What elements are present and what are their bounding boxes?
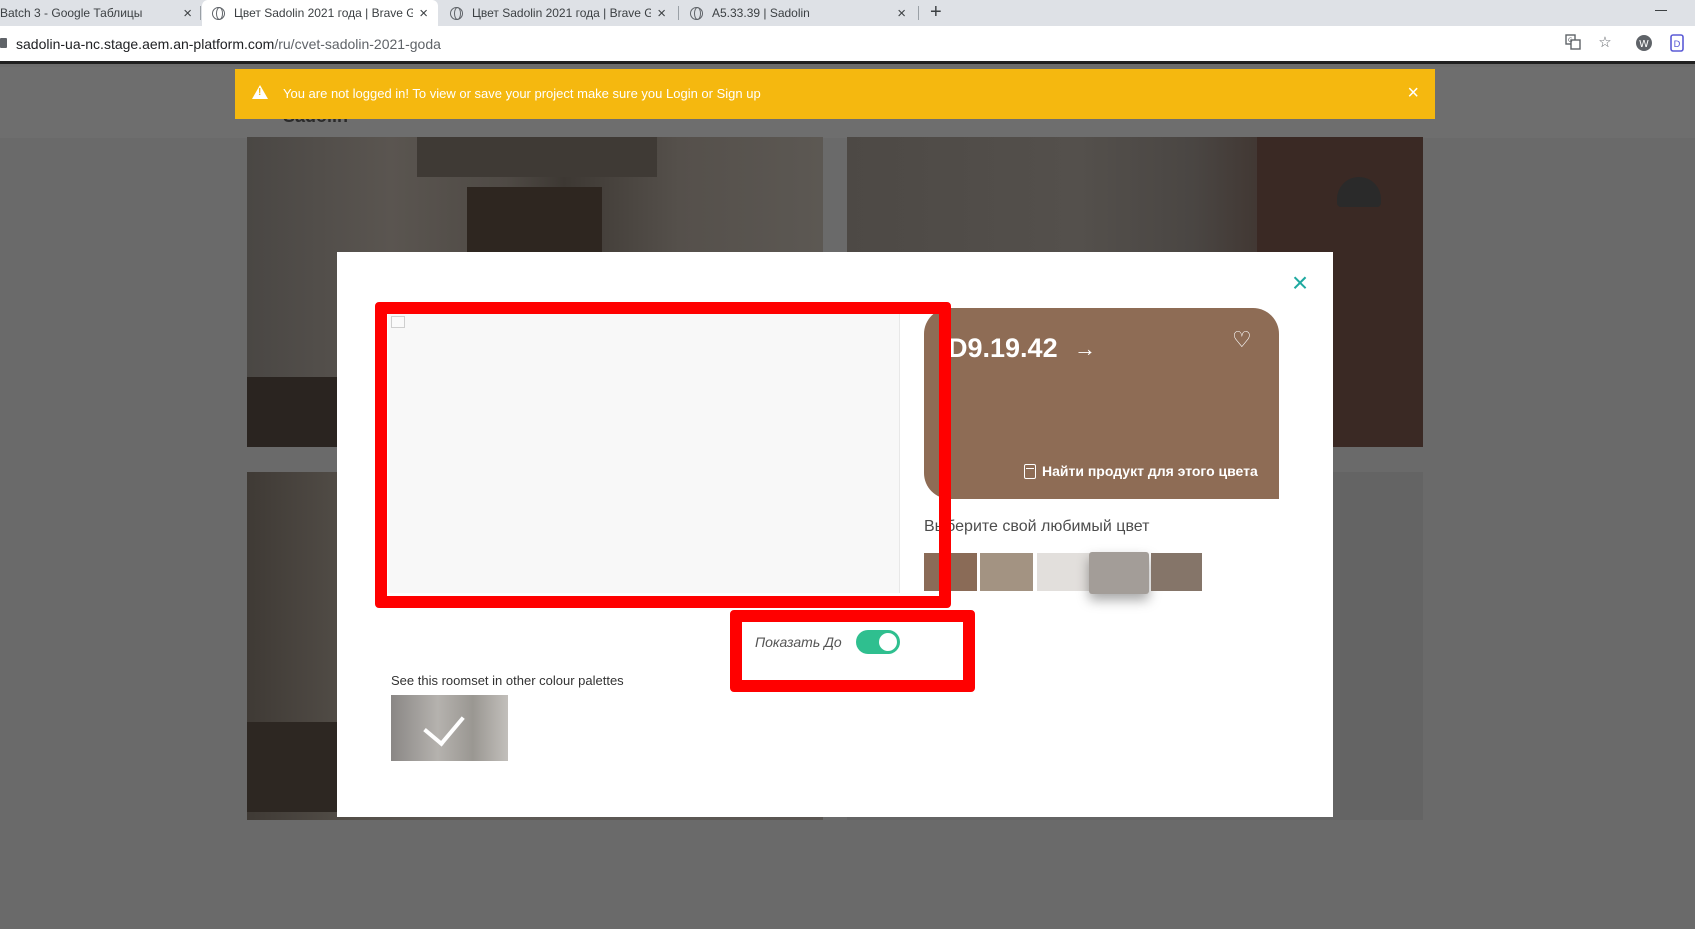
address-bar[interactable]: sadolin-ua-nc.stage.aem.an-platform.com/… (16, 36, 441, 52)
heart-icon[interactable]: ♡ (1232, 327, 1252, 353)
banner-message: You are not logged in! To view or save y… (283, 86, 761, 101)
tab-separator (200, 6, 201, 20)
modal-close-icon[interactable]: × (1288, 269, 1312, 297)
color-swatch[interactable] (1037, 553, 1090, 591)
cabinet (417, 137, 657, 177)
roomset-thumbnail[interactable] (391, 695, 508, 761)
browser-toolbar: sadolin-ua-nc.stage.aem.an-platform.com/… (0, 26, 1695, 64)
minimize-icon[interactable] (1655, 10, 1667, 11)
lock-icon (0, 38, 7, 48)
tab-separator (678, 6, 679, 20)
tab-title: Цвет Sadolin 2021 года | Brave G (234, 6, 414, 20)
paint-can-icon (1024, 463, 1036, 479)
checkmark-icon (423, 703, 465, 747)
extension-icon[interactable]: W (1635, 34, 1653, 52)
new-tab-button[interactable]: + (930, 0, 942, 26)
color-swatch[interactable] (980, 553, 1033, 591)
globe-icon (212, 6, 225, 20)
translate-icon[interactable]: G (1564, 34, 1582, 52)
svg-text:D: D (1674, 40, 1681, 50)
tab-separator (918, 6, 919, 20)
color-swatch[interactable] (1151, 553, 1202, 591)
tab-title: Batch 3 - Google Таблицы (0, 6, 143, 20)
browser-tab-4[interactable]: A5.33.39 | Sadolin × (680, 0, 916, 26)
star-icon[interactable]: ☆ (1596, 34, 1614, 52)
svg-text:W: W (1639, 39, 1649, 50)
svg-text:G: G (1568, 37, 1573, 44)
tab-title: A5.33.39 | Sadolin (712, 6, 810, 20)
tab-close-icon[interactable]: × (183, 5, 192, 22)
tab-close-icon[interactable]: × (657, 5, 666, 22)
annotation-box (375, 302, 951, 608)
banner-close-icon[interactable]: × (1407, 81, 1419, 105)
browser-tab-bar: Batch 3 - Google Таблицы × Цвет Sadolin … (0, 0, 1695, 26)
tab-close-icon[interactable]: × (897, 5, 906, 22)
warning-icon (252, 85, 268, 99)
tab-title: Цвет Sadolin 2021 года | Brave G (472, 6, 652, 20)
browser-tab-1[interactable]: Batch 3 - Google Таблицы × (0, 0, 192, 26)
browser-tab-2[interactable]: Цвет Sadolin 2021 года | Brave G × (202, 0, 438, 26)
annotation-box (730, 610, 975, 692)
find-product-link[interactable]: Найти продукт для этого цвета (1024, 463, 1258, 479)
roomset-label: See this roomset in other colour palette… (391, 673, 624, 688)
pick-color-label: Выберите свой любимый цвет (924, 518, 1150, 535)
url-host: sadolin-ua-nc.stage.aem.an-platform.com (16, 36, 275, 52)
color-code[interactable]: D9.19.42 (948, 333, 1058, 364)
globe-icon (690, 6, 703, 20)
tab-close-icon[interactable]: × (419, 5, 428, 22)
arrow-right-icon[interactable]: → (1074, 336, 1096, 362)
url-path: /ru/cvet-sadolin-2021-goda (274, 36, 441, 52)
color-swatch-selected[interactable] (1089, 552, 1149, 594)
login-warning-banner: You are not logged in! To view or save y… (235, 69, 1435, 119)
globe-icon (450, 6, 463, 20)
browser-tab-3[interactable]: Цвет Sadolin 2021 года | Brave G × (440, 0, 676, 26)
bookmark-icon[interactable]: D (1668, 34, 1686, 52)
find-product-label: Найти продукт для этого цвета (1042, 463, 1258, 479)
